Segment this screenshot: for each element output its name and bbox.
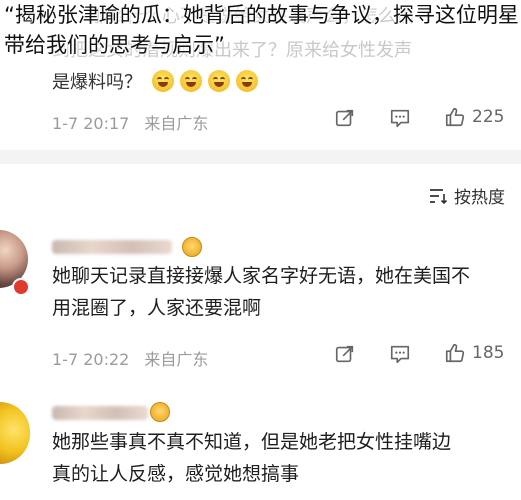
like-count: 185 <box>472 343 505 363</box>
comment-icon <box>390 345 410 364</box>
share-icon <box>335 109 354 127</box>
laughing-emoji-icon <box>152 70 174 92</box>
fan-badge-icon <box>182 237 202 257</box>
reply-button[interactable] <box>389 107 411 129</box>
comment-text-line1: 她聊天记录直接接爆人家名字好无语，她在美国不 <box>52 265 471 287</box>
like-count: 225 <box>472 107 505 127</box>
comment-item: 她那些事真不真不知道，但是她老把女性挂嘴边 真的让人反感，感觉她想搞事 <box>0 388 521 500</box>
overlay-title: “揭秘张津瑜的瓜：她背后的故事与争议，探寻这位明星带给我们的思考与启示” <box>4 3 519 57</box>
emoji-row <box>152 70 258 92</box>
sort-icon <box>430 188 448 204</box>
comment-time: 1-7 20:22 <box>52 350 130 369</box>
sort-label: 按热度 <box>454 188 505 208</box>
comment-meta: 1-7 20:22 来自广东 <box>52 346 208 370</box>
top-comment-line3-row: 是爆料吗？ <box>52 68 258 94</box>
username[interactable] <box>52 406 148 420</box>
comment-text-line1: 她那些事真不真不知道，但是她老把女性挂嘴边 <box>52 431 452 453</box>
comment-location: 来自广东 <box>144 350 209 369</box>
comment-time: 1-7 20:17 <box>52 114 130 133</box>
fan-badge-icon <box>150 402 170 422</box>
comment-icon <box>390 109 410 128</box>
avatar[interactable] <box>0 402 30 464</box>
section-divider <box>0 150 521 164</box>
comment-text: 她聊天记录直接接爆人家名字好无语，她在美国不 用混圈了，人家还要混啊 <box>52 260 521 324</box>
thumbs-up-icon <box>445 343 465 363</box>
comment-item: 她聊天记录直接接爆人家名字好无语，她在美国不 用混圈了，人家还要混啊 1-7 2… <box>0 222 521 382</box>
reply-button[interactable] <box>389 343 411 365</box>
thumbs-up-icon <box>445 107 465 127</box>
laughing-emoji-icon <box>208 70 230 92</box>
comment-meta: 1-7 20:17 来自广东 <box>52 110 208 134</box>
comment-text: 她那些事真不真不知道，但是她老把女性挂嘴边 真的让人反感，感觉她想搞事 <box>52 426 521 490</box>
username[interactable] <box>52 240 172 254</box>
share-icon <box>335 345 354 363</box>
share-button[interactable] <box>334 107 356 129</box>
verified-badge-icon <box>12 278 30 296</box>
top-comment-line3: 是爆料吗？ <box>52 72 142 93</box>
like-button[interactable]: 185 <box>444 342 504 364</box>
like-button[interactable]: 225 <box>444 106 504 128</box>
laughing-emoji-icon <box>236 70 258 92</box>
comment-location: 来自广东 <box>144 114 209 133</box>
laughing-emoji-icon <box>180 70 202 92</box>
comment-text-line2: 用混圈了，人家还要混啊 <box>52 297 262 319</box>
sort-by-heat-button[interactable]: 按热度 <box>428 183 505 208</box>
comment-text-line2: 真的让人反感，感觉她想搞事 <box>52 463 300 485</box>
share-button[interactable] <box>334 343 356 365</box>
